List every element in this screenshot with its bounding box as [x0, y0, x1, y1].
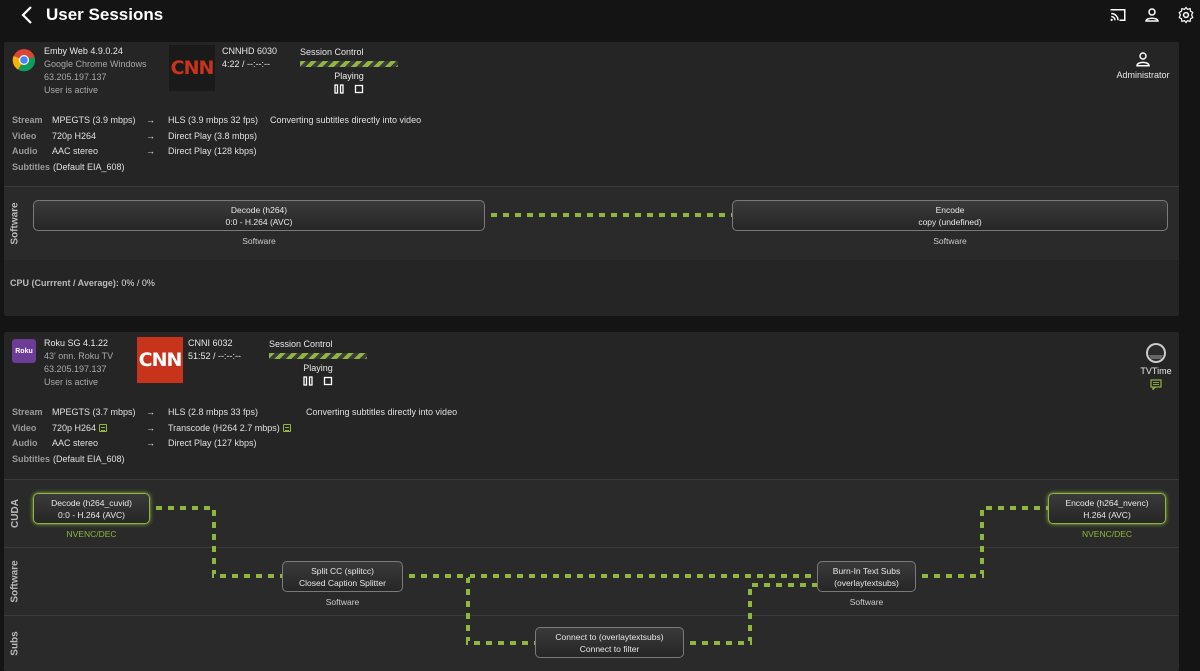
user-button[interactable] — [1142, 5, 1162, 25]
pause-icon — [303, 376, 313, 386]
hw-accel-icon — [282, 423, 291, 432]
user-icon — [1145, 8, 1159, 22]
transcode-pipeline: CUDA Software Subs Decode (h264_cuvid) 0… — [4, 479, 1179, 671]
pause-button[interactable] — [334, 84, 344, 94]
cast-button[interactable] — [1108, 5, 1128, 25]
top-bar: User Sessions — [0, 0, 1200, 31]
client-name: Roku SG 4.1.22 — [44, 338, 109, 348]
lane-software: Software — [4, 547, 1179, 615]
client-device: Google Chrome Windows — [44, 59, 147, 69]
stop-icon — [323, 376, 333, 386]
playback-status: Playing — [303, 363, 333, 373]
channel-logo: CNN — [137, 337, 183, 383]
conversion-note: Converting subtitles directly into video — [306, 407, 458, 417]
session-control-label: Session Control — [300, 47, 364, 57]
session-user[interactable]: TVTime — [1126, 342, 1179, 390]
progress-bar[interactable] — [269, 353, 367, 359]
session-user[interactable]: Administrator — [1113, 50, 1173, 80]
cast-icon — [1110, 9, 1126, 21]
client-info: Emby Web 4.9.0.24 Google Chrome Windows … — [44, 45, 147, 97]
channel-name: CNNI 6032 — [188, 338, 233, 348]
client-name: Emby Web 4.9.0.24 — [44, 46, 123, 56]
roku-icon: Roku — [12, 339, 36, 363]
client-info: Roku SG 4.1.22 43' onn. Roku TV 63.205.1… — [44, 337, 113, 389]
node-caption: NVENC/DEC — [66, 529, 117, 539]
pipeline-node-decode[interactable]: Decode (h264_cuvid) 0:0 - H.264 (AVC) — [33, 493, 150, 524]
node-caption: NVENC/DEC — [1081, 529, 1133, 539]
playback-status: Playing — [334, 71, 364, 81]
node-caption: Software — [325, 597, 360, 607]
stop-button[interactable] — [323, 376, 333, 386]
playback-time: 4:22 / --:--:-- — [222, 59, 271, 69]
session-card: Emby Web 4.9.0.24 Google Chrome Windows … — [4, 42, 1179, 316]
back-button[interactable] — [18, 4, 38, 26]
progress-bar[interactable] — [300, 61, 398, 67]
stop-icon — [354, 84, 364, 94]
pipeline-node-connect[interactable]: Connect to (overlaytextsubs) Connect to … — [535, 627, 684, 658]
lane-cuda: CUDA — [4, 479, 1179, 547]
node-caption: Software — [933, 236, 967, 246]
chrome-icon — [12, 48, 36, 72]
hw-accel-icon — [99, 423, 108, 432]
settings-button[interactable] — [1176, 5, 1196, 25]
pipeline-node-encode[interactable]: Encode (h264_nvenc) H.264 (AVC) — [1048, 493, 1166, 524]
user-icon — [1136, 52, 1150, 67]
pipeline-node-encode[interactable]: Encode copy (undefined) — [732, 200, 1168, 231]
session-control-label: Session Control — [269, 339, 333, 349]
avatar-icon — [1146, 343, 1166, 363]
transcode-pipeline: Software Decode (h264) 0:0 - H.264 (AVC)… — [4, 186, 1179, 260]
pause-icon — [334, 84, 344, 94]
user-name: Administrator — [1116, 70, 1170, 80]
user-name: TVTime — [1140, 366, 1172, 376]
chat-icon — [1150, 379, 1162, 390]
pipeline-node-burnin[interactable]: Burn-In Text Subs (overlaytextsubs) — [817, 561, 916, 592]
pause-button[interactable] — [303, 376, 313, 386]
channel-info: CNNHD 6030 4:22 / --:--:-- — [222, 45, 277, 71]
session-card: Roku Roku SG 4.1.22 43' onn. Roku TV 63.… — [4, 332, 1179, 671]
client-ip: 63.205.197.137 — [44, 72, 107, 82]
gear-icon — [1178, 6, 1194, 24]
chat-button[interactable] — [1126, 379, 1179, 390]
session-control: Session Control Playing — [269, 338, 369, 386]
playback-time: 51:52 / --:--:-- — [188, 351, 242, 361]
client-device: 43' onn. Roku TV — [44, 351, 114, 361]
client-status: User is active — [44, 85, 99, 95]
client-status: User is active — [44, 377, 99, 387]
client-ip: 63.205.197.137 — [44, 364, 107, 374]
node-caption: Software — [849, 597, 884, 607]
chevron-left-icon — [21, 6, 32, 24]
channel-name: CNNHD 6030 — [222, 46, 278, 56]
session-control: Session Control Playing — [300, 46, 400, 94]
cpu-usage: CPU (Currrent / Average): 0% / 0% — [10, 278, 155, 288]
pipeline-node-decode[interactable]: Decode (h264) 0:0 - H.264 (AVC) — [33, 200, 485, 231]
stop-button[interactable] — [354, 84, 364, 94]
node-caption: Software — [242, 236, 276, 246]
pipeline-node-splitcc[interactable]: Split CC (splitcc) Closed Caption Splitt… — [282, 561, 403, 592]
channel-logo: CNN — [169, 45, 215, 91]
conversion-note: Converting subtitles directly into video — [270, 115, 422, 125]
channel-info: CNNI 6032 51:52 / --:--:-- — [188, 337, 241, 363]
page-title: User Sessions — [46, 5, 164, 24]
